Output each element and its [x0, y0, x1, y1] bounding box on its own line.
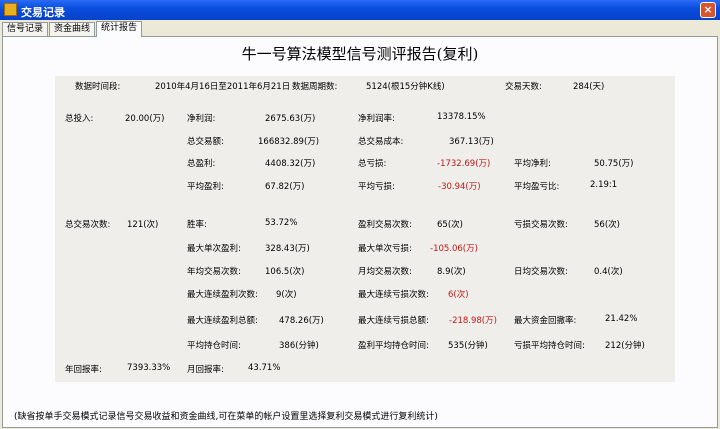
- tab-fund-curve[interactable]: 资金曲线: [49, 22, 95, 36]
- yearly-trades-value: 106.5(次): [265, 267, 305, 277]
- period-label: 数据时间段:: [75, 82, 121, 92]
- total-volume-value: 166832.89(万): [258, 137, 320, 147]
- max-consec-loss-amt-label: 最大连续亏损总额:: [358, 316, 429, 326]
- trade-days-label: 交易天数:: [505, 82, 542, 92]
- avg-net-value: 50.75(万): [594, 159, 634, 169]
- annual-return-label: 年回报率:: [65, 365, 102, 375]
- max-consec-win-amt-value: 478.26(万): [279, 316, 324, 326]
- loss-hold-label: 亏损平均持仓时间:: [514, 341, 585, 351]
- avg-hold-value: 386(分钟): [279, 341, 319, 351]
- loss-trades-label: 亏损交易次数:: [514, 220, 568, 230]
- max-drawdown-value: 21.42%: [605, 314, 638, 324]
- monthly-return-value: 43.71%: [248, 363, 281, 373]
- max-consec-win-amt-label: 最大连续盈利总额:: [187, 316, 258, 326]
- monthly-trades-value: 8.9(次): [437, 267, 466, 277]
- total-cost-label: 总交易成本:: [358, 137, 404, 147]
- pl-ratio-value: 2.19:1: [590, 180, 618, 190]
- status-note: (缺省按单手交易模式记录信号交易收益和资金曲线,可在菜单的帐户设置里选择复利交易…: [14, 412, 438, 422]
- daily-trades-label: 日均交易次数:: [514, 267, 568, 277]
- total-trades-label: 总交易次数:: [65, 220, 111, 230]
- win-hold-value: 535(分钟): [448, 341, 488, 351]
- total-investment-value: 20.00(万): [125, 114, 165, 124]
- total-profit-value: 4408.32(万): [265, 159, 316, 169]
- window-title: 交易记录: [21, 6, 65, 19]
- max-drawdown-label: 最大资金回撤率:: [514, 316, 577, 326]
- total-loss-value: -1732.69(万): [437, 159, 491, 169]
- cycles-value: 5124(根15分钟K线): [366, 82, 445, 92]
- win-rate-value: 53.72%: [265, 218, 298, 228]
- total-cost-value: 367.13(万): [449, 137, 494, 147]
- win-hold-label: 盈利平均持仓时间:: [358, 341, 429, 351]
- avg-loss-label: 平均亏损:: [358, 182, 395, 192]
- total-investment-label: 总投入:: [65, 114, 94, 124]
- max-consec-loss-value: 6(次): [448, 290, 469, 300]
- avg-net-label: 平均净利:: [514, 159, 551, 169]
- net-profit-value: 2675.63(万): [265, 114, 316, 124]
- total-loss-label: 总亏损:: [358, 159, 387, 169]
- annual-return-value: 7393.33%: [127, 363, 171, 373]
- max-single-loss-value: -105.06(万): [430, 244, 478, 254]
- total-trades-value: 121(次): [127, 220, 159, 230]
- tab-statistics-report[interactable]: 统计报告: [96, 21, 142, 37]
- tab-signal-records[interactable]: 信号记录: [2, 22, 48, 36]
- report-body: 数据时间段: 2010年4月16日至2011年6月21日 数据周期数: 5124…: [55, 76, 675, 382]
- title-bar: 交易记录 ×: [0, 0, 720, 20]
- monthly-return-label: 月回报率:: [187, 365, 224, 375]
- pl-ratio-label: 平均盈亏比:: [514, 182, 560, 192]
- net-profit-rate-label: 净利润率:: [358, 114, 395, 124]
- max-single-loss-label: 最大单次亏损:: [358, 244, 412, 254]
- app-icon: [4, 3, 17, 16]
- close-button[interactable]: ×: [700, 2, 716, 18]
- report-title: 牛一号算法模型信号测评报告(复利): [241, 45, 479, 63]
- max-consec-loss-amt-value: -218.98(万): [449, 316, 497, 326]
- max-single-profit-label: 最大单次盈利:: [187, 244, 241, 254]
- loss-trades-value: 56(次): [594, 220, 620, 230]
- max-single-profit-value: 328.43(万): [265, 244, 310, 254]
- cycles-label: 数据周期数:: [292, 82, 338, 92]
- avg-loss-value: -30.94(万): [438, 182, 481, 192]
- max-consec-win-value: 9(次): [276, 290, 297, 300]
- net-profit-label: 净利润:: [187, 114, 216, 124]
- total-profit-label: 总盈利:: [187, 159, 216, 169]
- total-volume-label: 总交易额:: [187, 137, 224, 147]
- yearly-trades-label: 年均交易次数:: [187, 267, 241, 277]
- max-consec-loss-label: 最大连续亏损次数:: [358, 290, 429, 300]
- loss-hold-value: 212(分钟): [605, 341, 645, 351]
- win-trades-label: 盈利交易次数:: [358, 220, 412, 230]
- avg-profit-label: 平均盈利:: [187, 182, 224, 192]
- daily-trades-value: 0.4(次): [594, 267, 623, 277]
- trade-days-value: 284(天): [573, 82, 605, 92]
- period-value: 2010年4月16日至2011年6月21日: [155, 82, 291, 92]
- win-rate-label: 胜率:: [187, 220, 207, 230]
- win-trades-value: 65(次): [437, 220, 463, 230]
- max-consec-win-label: 最大连续盈利次数:: [187, 290, 258, 300]
- monthly-trades-label: 月均交易次数:: [358, 267, 412, 277]
- avg-hold-label: 平均持仓时间:: [187, 341, 241, 351]
- avg-profit-value: 67.82(万): [265, 182, 305, 192]
- net-profit-rate-value: 13378.15%: [437, 112, 486, 122]
